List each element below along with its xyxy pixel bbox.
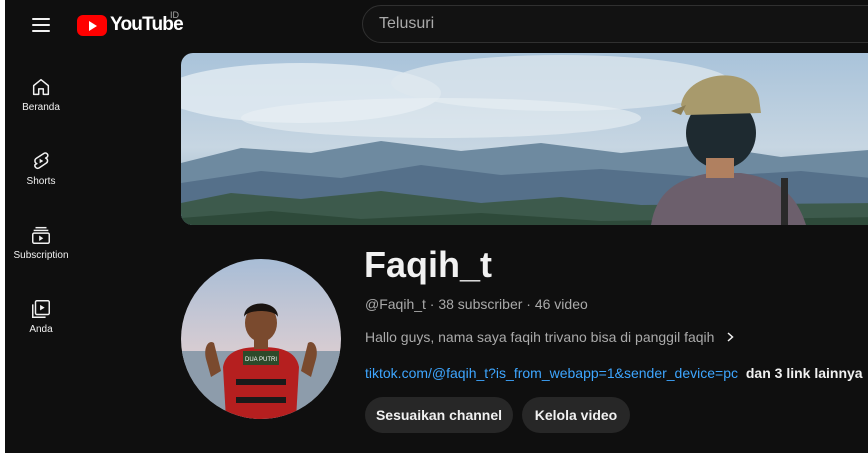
search-box[interactable] — [362, 5, 868, 43]
channel-description[interactable]: Hallo guys, nama saya faqih trivano bisa… — [365, 329, 736, 345]
sidebar-item-anda[interactable]: Anda — [5, 278, 77, 352]
channel-avatar[interactable]: DUA PUTRI — [181, 259, 341, 419]
description-text: Hallo guys, nama saya faqih trivano bisa… — [365, 329, 715, 345]
youtube-play-icon — [77, 14, 107, 36]
manage-videos-button[interactable]: Kelola video — [522, 397, 630, 433]
chevron-right-icon — [727, 332, 735, 342]
menu-bar-line — [32, 24, 50, 26]
sidebar-item-shorts[interactable]: Shorts — [5, 130, 77, 204]
channel-banner — [181, 53, 868, 225]
sidebar-item-label: Shorts — [26, 176, 56, 187]
sidebar: Beranda Shorts Subscription Anda — [5, 56, 77, 352]
banner-image — [181, 53, 868, 225]
shorts-icon — [34, 152, 49, 170]
top-bar: YouTube ID — [5, 0, 868, 50]
country-code: ID — [170, 10, 179, 20]
home-icon — [32, 78, 50, 96]
subscriptions-icon — [32, 226, 50, 244]
menu-bar-line — [32, 18, 50, 20]
search-input[interactable] — [363, 6, 868, 42]
sidebar-item-label: Anda — [29, 324, 53, 335]
youtube-logo[interactable]: YouTube — [77, 13, 184, 37]
sidebar-item-label: Subscription — [13, 250, 69, 261]
menu-button[interactable] — [27, 11, 55, 39]
avatar-image: DUA PUTRI — [181, 259, 341, 419]
customize-channel-button[interactable]: Sesuaikan channel — [365, 397, 513, 433]
channel-meta: @Faqih_t · 38 subscriber · 46 video — [365, 296, 588, 312]
channel-links: tiktok.com/@faqih_t?is_from_webapp=1&sen… — [365, 365, 863, 381]
shirt-text: DUA PUTRI — [245, 357, 277, 363]
sidebar-item-label: Beranda — [22, 102, 60, 113]
channel-name: Faqih_t — [364, 244, 493, 285]
sidebar-item-subscription[interactable]: Subscription — [5, 204, 77, 278]
you-icon — [32, 300, 50, 318]
more-links[interactable]: dan 3 link lainnya — [746, 365, 863, 381]
menu-bar-line — [32, 30, 50, 32]
tiktok-link[interactable]: tiktok.com/@faqih_t?is_from_webapp=1&sen… — [365, 365, 738, 381]
sidebar-item-beranda[interactable]: Beranda — [5, 56, 77, 130]
